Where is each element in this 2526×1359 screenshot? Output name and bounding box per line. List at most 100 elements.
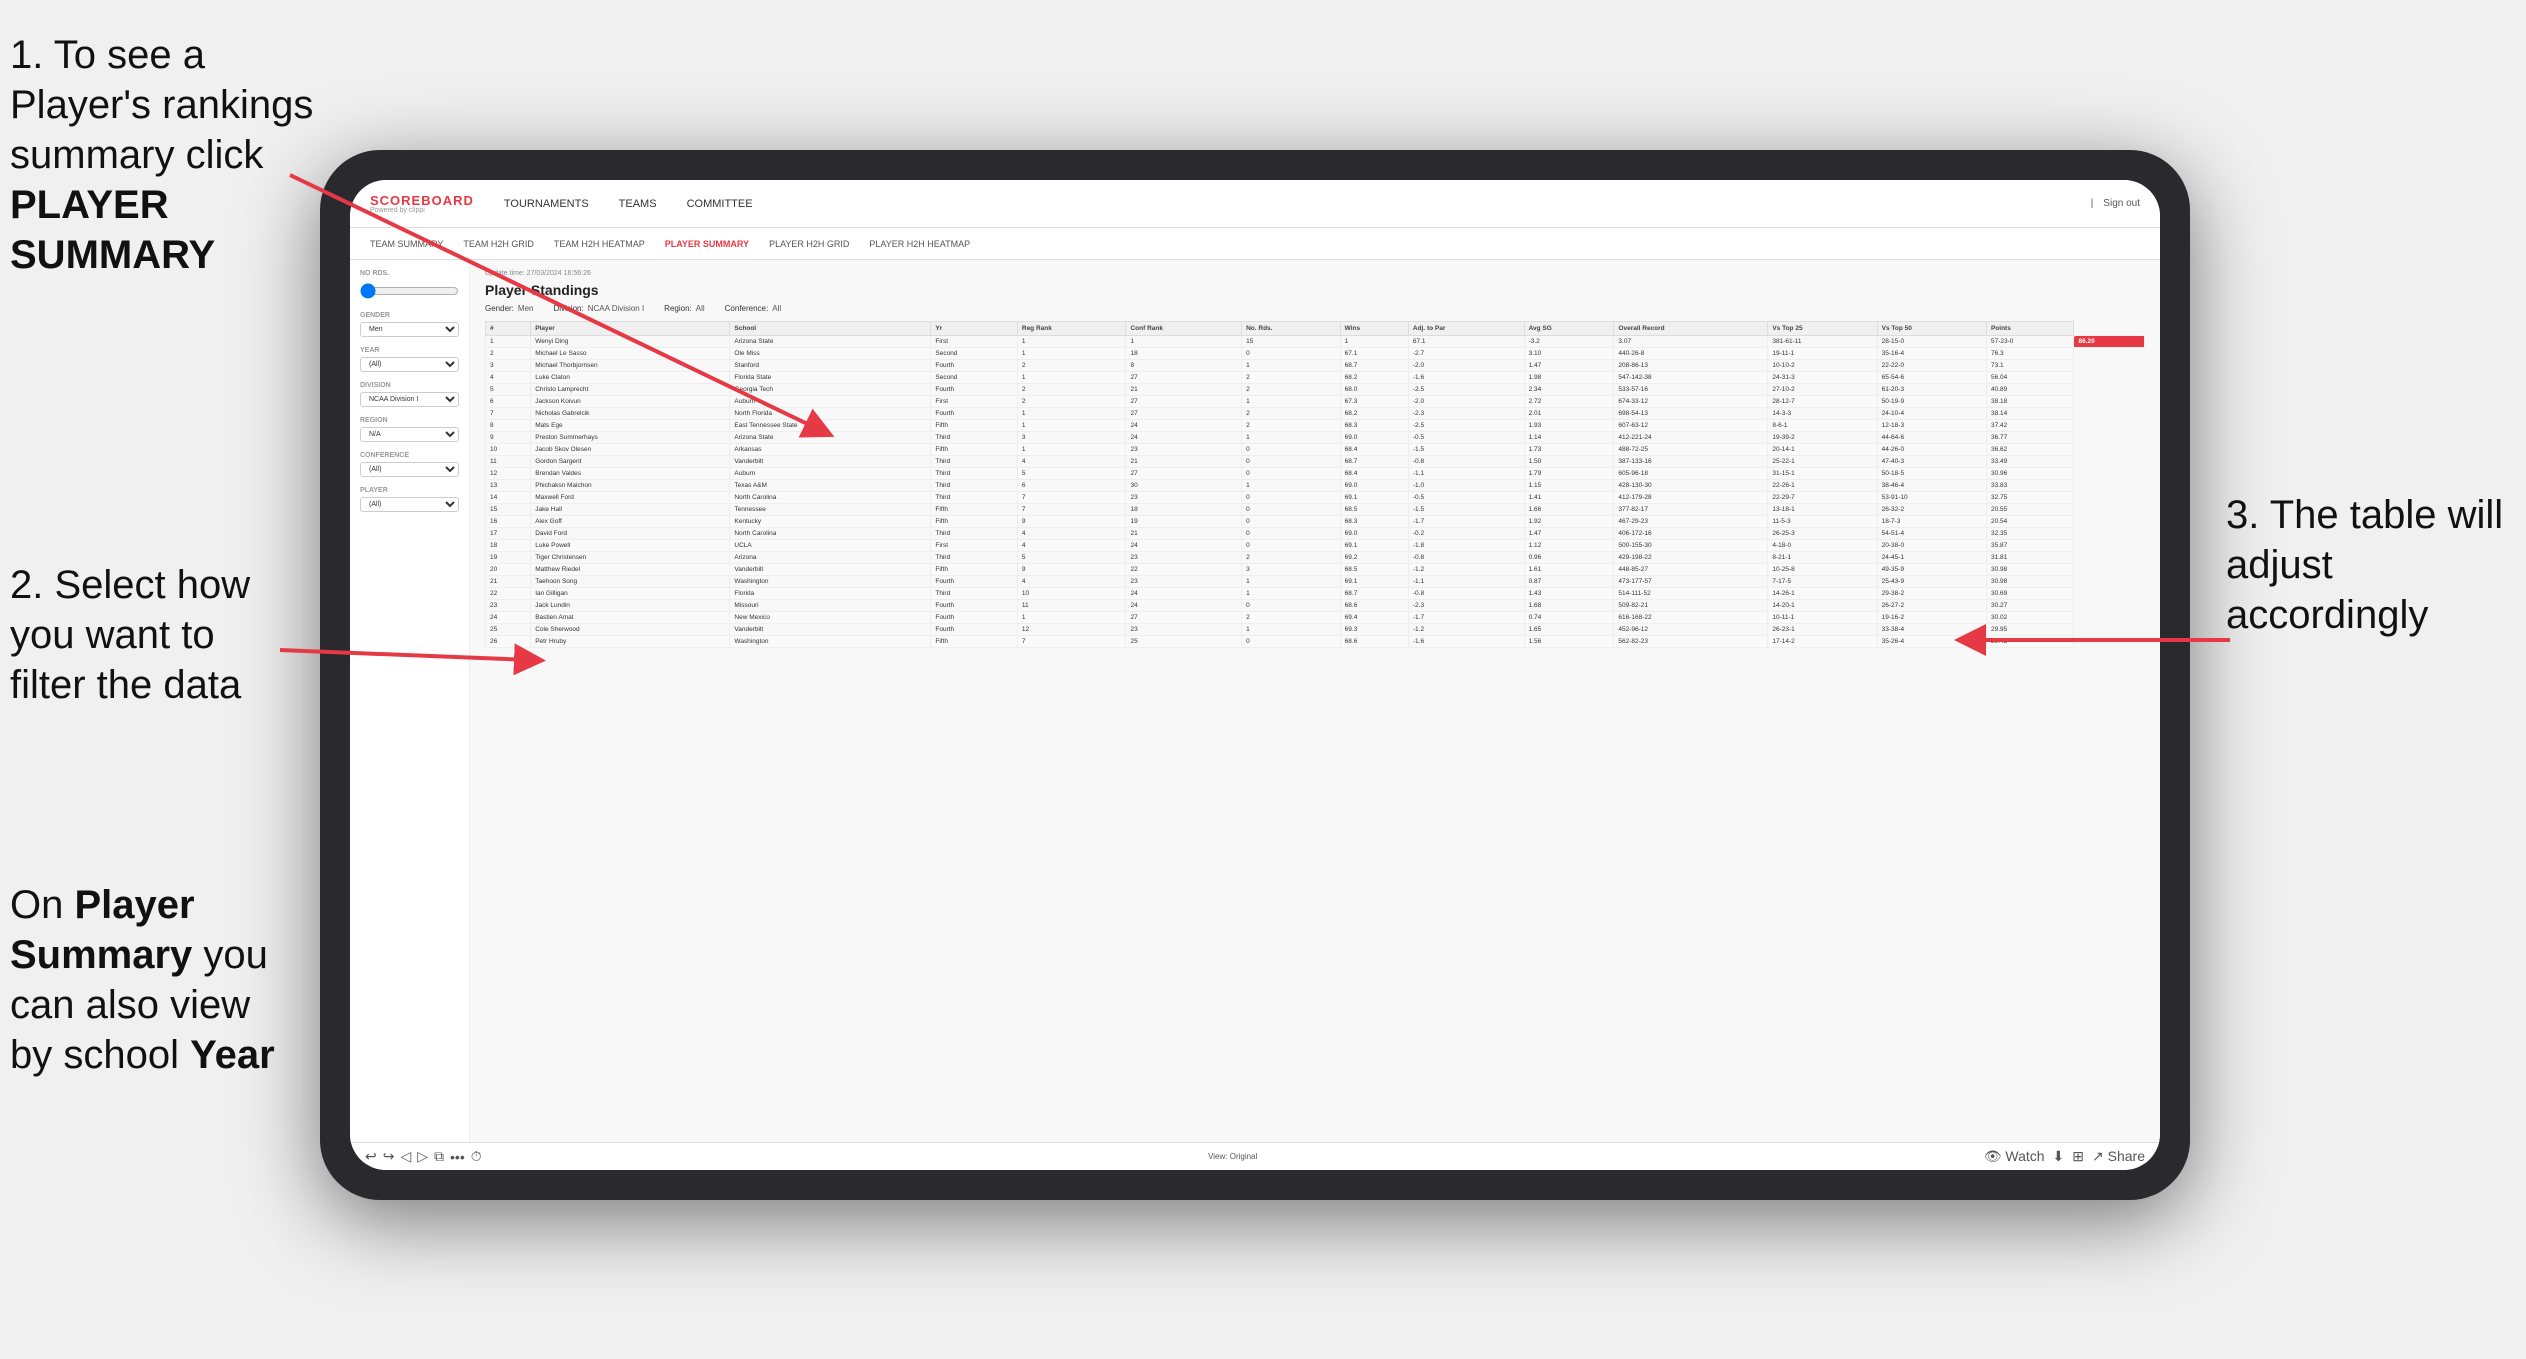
- table-row[interactable]: 6Jackson KoivunAuburnFirst227167.3-2.02.…: [486, 396, 2145, 408]
- table-row[interactable]: 23Jack LundinMissouriFourth1124068.6-2.3…: [486, 600, 2145, 612]
- sub-nav-team-summary[interactable]: TEAM SUMMARY: [370, 239, 443, 249]
- table-row[interactable]: 21Taehoon SongWashingtonFourth423169.1-1…: [486, 576, 2145, 588]
- table-cell: 35-16-4: [1877, 348, 1986, 360]
- table-cell: 17-14-2: [1768, 636, 1877, 648]
- table-cell: -1.2: [1408, 624, 1524, 636]
- table-cell: Vanderbilt: [730, 624, 931, 636]
- table-cell: 68.7: [1340, 456, 1408, 468]
- table-row[interactable]: 14Maxwell FordNorth CarolinaThird723069.…: [486, 492, 2145, 504]
- table-cell: 1.47: [1524, 528, 1614, 540]
- sidebar-region-select[interactable]: N/A: [360, 427, 459, 442]
- sidebar-no-rds-slider[interactable]: [360, 283, 459, 299]
- forward-button[interactable]: ▷: [417, 1148, 428, 1165]
- share-button[interactable]: ↗ Share: [2092, 1148, 2145, 1165]
- table-cell: 1: [1242, 588, 1341, 600]
- table-row[interactable]: 10Jacob Skov OlesenArkansasFifth123068.4…: [486, 444, 2145, 456]
- redo-button[interactable]: ↪: [383, 1148, 395, 1165]
- grid-button[interactable]: ⊞: [2072, 1148, 2084, 1165]
- table-cell: Gordon Sargent: [531, 456, 730, 468]
- table-cell: 69.0: [1340, 432, 1408, 444]
- table-cell: 4: [486, 372, 531, 384]
- table-cell: 25: [1126, 636, 1242, 648]
- table-row[interactable]: 16Alex GoffKentuckyFifth919068.3-1.71.92…: [486, 516, 2145, 528]
- table-cell: 7: [1017, 636, 1126, 648]
- table-row[interactable]: 15Jake HallTennesseeFifth718068.5-1.51.6…: [486, 504, 2145, 516]
- sidebar-year-label: Year: [360, 347, 459, 354]
- table-row[interactable]: 25Cole SherwoodVanderbiltFourth1223169.3…: [486, 624, 2145, 636]
- table-cell: 68.3: [1340, 420, 1408, 432]
- table-cell: Jackson Koivun: [531, 396, 730, 408]
- table-row[interactable]: 3Michael ThorbjornsenStanfordFourth28168…: [486, 360, 2145, 372]
- table-cell: -1.7: [1408, 516, 1524, 528]
- table-row[interactable]: 11Gordon SargentVanderbiltThird421068.7-…: [486, 456, 2145, 468]
- table-cell: Brendan Valdes: [531, 468, 730, 480]
- table-cell: 1.56: [1524, 636, 1614, 648]
- table-cell: 44-26-0: [1877, 444, 1986, 456]
- table-row[interactable]: 5Christo LamprechtGeorgia TechFourth2212…: [486, 384, 2145, 396]
- table-cell: 473-177-57: [1614, 576, 1768, 588]
- sidebar-division-select[interactable]: NCAA Division I: [360, 392, 459, 407]
- sub-nav-player-summary[interactable]: PLAYER SUMMARY: [665, 239, 749, 249]
- watch-button[interactable]: 👁 Watch: [1984, 1148, 2045, 1165]
- sub-nav-player-h2h-grid[interactable]: PLAYER H2H GRID: [769, 239, 849, 249]
- table-cell: 2: [1242, 612, 1341, 624]
- table-cell: -0.8: [1408, 456, 1524, 468]
- table-cell: 28-12-7: [1768, 396, 1877, 408]
- sub-nav-team-h2h-heatmap[interactable]: TEAM H2H HEATMAP: [554, 239, 645, 249]
- sidebar-year-select[interactable]: (All): [360, 357, 459, 372]
- sidebar-conference-select[interactable]: (All): [360, 462, 459, 477]
- sub-nav-team-h2h-grid[interactable]: TEAM H2H GRID: [463, 239, 534, 249]
- table-cell: 1.66: [1524, 504, 1614, 516]
- nav-items: TOURNAMENTS TEAMS COMMITTEE: [504, 194, 2091, 214]
- back-button[interactable]: ◁: [400, 1148, 411, 1165]
- table-cell: 67.1: [1408, 336, 1524, 348]
- nav-item-teams[interactable]: TEAMS: [619, 194, 657, 214]
- table-row[interactable]: 9Preston SummerhaysArizona StateThird324…: [486, 432, 2145, 444]
- player-standings-table: # Player School Yr Reg Rank Conf Rank No…: [485, 321, 2145, 648]
- copy-button[interactable]: ⧉: [434, 1148, 444, 1165]
- table-cell: 24: [1126, 432, 1242, 444]
- table-cell: 18: [1126, 504, 1242, 516]
- table-row[interactable]: 26Petr HrubyWashingtonFifth725068.6-1.61…: [486, 636, 2145, 648]
- sub-nav-player-h2h-heatmap[interactable]: PLAYER H2H HEATMAP: [869, 239, 970, 249]
- nav-item-tournaments[interactable]: TOURNAMENTS: [504, 194, 589, 214]
- sidebar-gender-select[interactable]: Men: [360, 322, 459, 337]
- sign-out-link[interactable]: Sign out: [2103, 198, 2140, 209]
- filter-region-label: Region:: [664, 304, 692, 313]
- table-row[interactable]: 18Luke PowellUCLAFirst424069.1-1.81.1250…: [486, 540, 2145, 552]
- table-row[interactable]: 4Luke ClatonFlorida StateSecond127268.2-…: [486, 372, 2145, 384]
- table-cell: East Tennessee State: [730, 420, 931, 432]
- table-row[interactable]: 19Tiger ChristensenArizonaThird523269.2-…: [486, 552, 2145, 564]
- table-row[interactable]: 22Ian GilliganFloridaThird1024168.7-0.81…: [486, 588, 2145, 600]
- table-cell: Georgia Tech: [730, 384, 931, 396]
- table-cell: 19-39-2: [1768, 432, 1877, 444]
- table-cell: 0: [1242, 540, 1341, 552]
- table-row[interactable]: 20Matthew RiedelVanderbiltFifth922368.5-…: [486, 564, 2145, 576]
- table-row[interactable]: 17David FordNorth CarolinaThird421069.0-…: [486, 528, 2145, 540]
- table-cell: 33-38-4: [1877, 624, 1986, 636]
- more-button[interactable]: •••: [450, 1149, 465, 1165]
- table-cell: Alex Goff: [531, 516, 730, 528]
- view-label: View: Original: [1208, 1152, 1257, 1161]
- table-cell: 4: [1017, 576, 1126, 588]
- table-row[interactable]: 12Brendan ValdesAuburnThird527068.4-1.11…: [486, 468, 2145, 480]
- table-row[interactable]: 8Mats EgeEast Tennessee StateFifth124268…: [486, 420, 2145, 432]
- sidebar-player-select[interactable]: (All): [360, 497, 459, 512]
- table-cell: Cole Sherwood: [531, 624, 730, 636]
- table-cell: 22-26-1: [1768, 480, 1877, 492]
- undo-button[interactable]: ↩: [365, 1148, 377, 1165]
- table-row[interactable]: 24Bastien AmatNew MexicoFourth127269.4-1…: [486, 612, 2145, 624]
- table-row[interactable]: 13Phichaksn MaichonTexas A&MThird630169.…: [486, 480, 2145, 492]
- table-cell: 12: [486, 468, 531, 480]
- table-row[interactable]: 7Nicholas GabrelcikNorth FloridaFourth12…: [486, 408, 2145, 420]
- table-cell: 10-11-1: [1768, 612, 1877, 624]
- download-button[interactable]: ⬇: [2053, 1148, 2065, 1165]
- table-cell: -3.2: [1524, 336, 1614, 348]
- table-cell: 4: [1017, 540, 1126, 552]
- nav-item-committee[interactable]: COMMITTEE: [687, 194, 753, 214]
- clock-button[interactable]: ⏱: [471, 1148, 482, 1165]
- table-cell: 67.3: [1340, 396, 1408, 408]
- bottom-toolbar: ↩ ↪ ◁ ▷ ⧉ ••• ⏱ View: Original 👁 Watch ⬇…: [350, 1142, 2160, 1170]
- table-row[interactable]: 1Wenyi DingArizona StateFirst1115167.1-3…: [486, 336, 2145, 348]
- table-row[interactable]: 2Michael Le SassoOle MissSecond118067.1-…: [486, 348, 2145, 360]
